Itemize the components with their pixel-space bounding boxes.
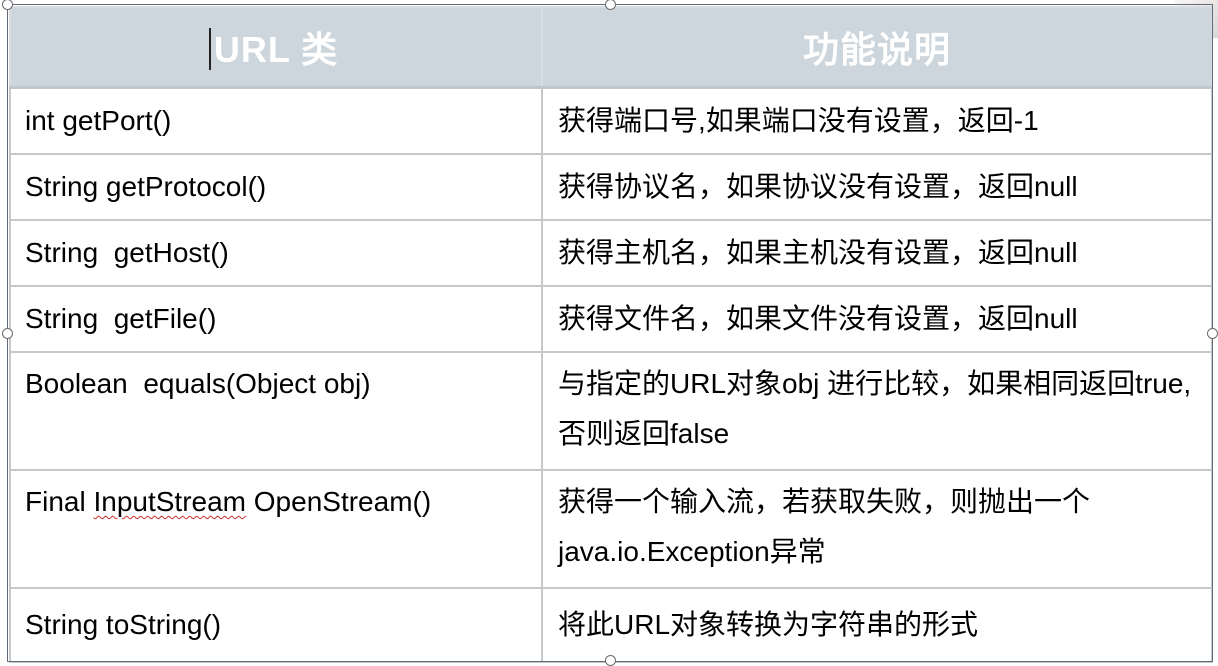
- method-cell[interactable]: Boolean equals(Object obj): [9, 351, 543, 471]
- table-row: String getProtocol() 获得协议名，如果协议没有设置，返回nu…: [9, 153, 1213, 221]
- method-suffix: OpenStream(): [246, 486, 432, 517]
- url-methods-table[interactable]: URL 类 功能说明 int getPort() 获得端口号,如果端口没有设置，…: [9, 6, 1213, 663]
- description-cell[interactable]: 将此URL对象转换为字符串的形式: [541, 587, 1213, 663]
- description-cell[interactable]: 与指定的URL对象obj 进行比较，如果相同返回true,否则返回false: [541, 351, 1213, 471]
- resize-handle-middle-right[interactable]: [1207, 328, 1218, 339]
- method-cell[interactable]: String getFile(): [9, 285, 543, 353]
- header-url-class-label: URL 类: [213, 29, 339, 70]
- description-cell[interactable]: 获得端口号,如果端口没有设置，返回-1: [541, 86, 1213, 155]
- table-row: String toString() 将此URL对象转换为字符串的形式: [9, 587, 1213, 663]
- table-header-row: URL 类 功能说明: [9, 6, 1213, 89]
- resize-handle-bottom-center[interactable]: [605, 655, 616, 666]
- method-cell[interactable]: int getPort(): [9, 86, 543, 155]
- table-row: int getPort() 获得端口号,如果端口没有设置，返回-1: [9, 86, 1213, 155]
- description-cell[interactable]: 获得协议名，如果协议没有设置，返回null: [541, 153, 1213, 221]
- description-cell[interactable]: 获得一个输入流，若获取失败，则抛出一个java.io.Exception异常: [541, 469, 1213, 589]
- resize-handle-middle-left[interactable]: [2, 328, 13, 339]
- header-description[interactable]: 功能说明: [541, 6, 1213, 89]
- description-cell[interactable]: 获得主机名，如果主机没有设置，返回null: [541, 219, 1213, 287]
- method-cell[interactable]: Final InputStream OpenStream(): [9, 469, 543, 589]
- header-description-label: 功能说明: [802, 29, 951, 70]
- spellcheck-flagged-word[interactable]: InputStream: [93, 486, 246, 517]
- table-row: Boolean equals(Object obj) 与指定的URL对象obj …: [9, 351, 1213, 471]
- method-cell[interactable]: String toString(): [9, 587, 543, 663]
- header-url-class[interactable]: URL 类: [9, 6, 543, 89]
- method-prefix: Final: [25, 486, 94, 517]
- method-cell[interactable]: String getHost(): [9, 219, 543, 287]
- description-cell[interactable]: 获得文件名，如果文件没有设置，返回null: [541, 285, 1213, 353]
- table-row: String getFile() 获得文件名，如果文件没有设置，返回null: [9, 285, 1213, 353]
- text-cursor: [209, 28, 211, 70]
- method-cell[interactable]: String getProtocol(): [9, 153, 543, 221]
- slide-canvas: URL 类 功能说明 int getPort() 获得端口号,如果端口没有设置，…: [0, 0, 1218, 666]
- table-row: Final InputStream OpenStream() 获得一个输入流，若…: [9, 469, 1213, 589]
- table-row: String getHost() 获得主机名，如果主机没有设置，返回null: [9, 219, 1213, 287]
